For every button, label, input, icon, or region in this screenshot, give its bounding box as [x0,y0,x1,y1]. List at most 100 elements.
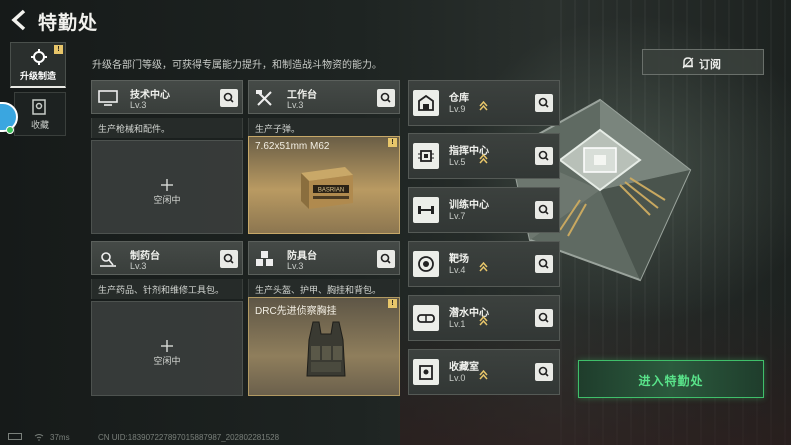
page-title: 特勤处 [38,13,99,34]
plus-icon [161,340,173,353]
producing-item-name: 7.62x51mm M62 [255,141,330,152]
room-name: 训练中心 [449,200,489,211]
room-collection-room[interactable]: 收藏室 Lv.0 [408,349,560,395]
tab-upgrade-manufacture[interactable]: ! 升级制造 [10,42,66,88]
room-name: 仓库 [449,93,469,104]
room-command-center[interactable]: 指挥中心 Lv.5 [408,133,560,179]
facility-level: Lv.3 [130,100,147,110]
room-icon-box [413,359,439,385]
facility-description: 生产子弹。 [248,118,400,138]
room-icon-box [413,143,439,169]
subscribe-button[interactable]: 订阅 [642,49,764,75]
room-warehouse[interactable]: 仓库 Lv.9 [408,80,560,126]
facility-workbench-header[interactable]: 工作台 Lv.3 [248,80,400,114]
collection-frame-icon [32,99,46,115]
monitor-icon [98,90,118,106]
search-icon[interactable] [377,250,395,268]
search-icon[interactable] [220,250,238,268]
upgrade-alert-badge: ! [54,45,63,54]
slot-alert-badge: ! [388,138,397,147]
room-diving-center[interactable]: 潜水中心 Lv.1 [408,295,560,341]
producing-item-name: DRC先进侦察胸挂 [255,306,337,317]
facility-name: 工作台 [287,90,317,101]
microscope-icon [100,252,116,267]
room-shooting-range[interactable]: 靶场 Lv.4 [408,241,560,287]
room-level: Lv.0 [449,373,466,383]
ping-readout: 37ms [50,433,70,442]
room-icon-box [413,90,439,116]
ammo-box-label: BASRIAN [318,188,344,194]
search-icon[interactable] [535,255,553,273]
room-level: Lv.9 [449,104,466,114]
facility-description: 生产头盔、护甲、胸挂和背包。 [248,279,400,299]
subscribe-label: 订阅 [699,59,721,71]
tab-collection-label: 收藏 [30,120,49,130]
room-icon-box [413,305,439,331]
search-icon[interactable] [377,89,395,107]
room-icon-box [413,197,439,223]
slot-idle-label: 空闲中 [153,356,181,367]
chip-icon [418,150,434,162]
hammer-wrench-icon [256,90,272,106]
room-icon-box [413,251,439,277]
facility-tech-center-header[interactable]: 技术中心 Lv.3 [91,80,243,114]
online-status-dot [6,126,14,134]
enter-label: 进入特勤处 [638,374,704,388]
chest-rig-image [306,321,346,377]
facility-name: 技术中心 [130,90,170,101]
facility-level: Lv.3 [287,100,304,110]
collection-icon [419,365,433,380]
upgrade-gear-icon [31,49,47,65]
production-slot-armor[interactable]: DRC先进侦察胸挂 ! [248,297,400,396]
search-icon[interactable] [535,309,553,327]
search-icon[interactable] [535,94,553,112]
search-icon[interactable] [535,363,553,381]
wifi-icon [34,434,44,441]
room-level: Lv.7 [449,211,466,221]
upgrade-arrow-icon [479,100,488,111]
facility-level: Lv.3 [130,261,147,271]
page-subtitle: 升级各部门等级，可获得专属能力提升，和制造战斗物资的能力。 [92,60,382,71]
facility-description: 生产药品、针剂和维修工具包。 [91,279,243,299]
room-level: Lv.5 [449,157,466,167]
upgrade-arrow-icon [479,369,488,380]
bell-icon [682,57,694,69]
back-arrow-icon[interactable] [8,8,30,32]
slot-idle-label: 空闲中 [153,194,181,205]
plus-icon [161,178,173,191]
upgrade-arrow-icon [479,153,488,164]
tab-collection[interactable]: 收藏 [14,92,66,136]
facility-name: 制药台 [130,251,160,262]
facility-level: Lv.3 [287,261,304,271]
dumbbell-icon [418,206,434,214]
facility-description: 生产枪械和配件。 [91,118,243,138]
ammo-box-image: BASRIAN [301,167,353,209]
search-icon[interactable] [220,89,238,107]
room-training-center[interactable]: 训练中心 Lv.7 [408,187,560,233]
room-name: 靶场 [449,254,469,265]
user-uid: CN UID:18390722789701588798​7_2028022815… [98,433,280,442]
facility-armor-header[interactable]: 防具台 Lv.3 [248,241,400,275]
upgrade-arrow-icon [479,315,488,326]
diving-mask-icon [417,314,435,323]
facility-pharmacy-header[interactable]: 制药台 Lv.3 [91,241,243,275]
slot-alert-badge: ! [388,299,397,308]
warehouse-icon [418,94,434,111]
production-slot-idle[interactable]: 空闲中 [91,140,243,234]
production-slot-idle[interactable]: 空闲中 [91,301,243,396]
tab-upgrade-label: 升级制造 [19,71,56,81]
facility-name: 防具台 [287,251,317,262]
cubes-icon [256,251,273,266]
room-level: Lv.4 [449,265,466,275]
search-icon[interactable] [535,147,553,165]
room-level: Lv.1 [449,319,466,329]
production-slot-ammo[interactable]: 7.62x51mm M62 ! BASRIAN [248,136,400,234]
upgrade-arrow-icon [479,261,488,272]
room-name: 收藏室 [449,362,479,373]
header: 特勤处 [0,0,791,40]
status-bar: 37ms CN UID:18390722789701588798​7_20280… [0,430,791,445]
target-icon [418,256,434,272]
enter-special-ops-button[interactable]: 进入特勤处 [578,360,764,398]
search-icon[interactable] [535,201,553,219]
battery-icon [8,433,22,440]
